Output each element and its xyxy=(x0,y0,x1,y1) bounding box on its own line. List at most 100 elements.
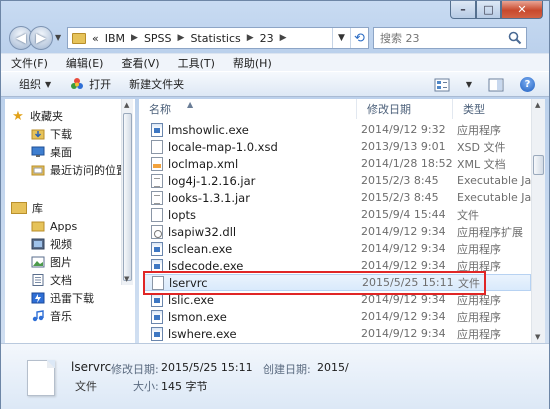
breadcrumb-statistics[interactable]: Statistics xyxy=(190,32,240,45)
menu-file[interactable]: 文件(F) xyxy=(11,55,48,71)
column-header-name[interactable]: ▲ 名称 xyxy=(139,99,357,119)
file-name-cell[interactable]: lservrc xyxy=(152,275,208,290)
nav-desktop[interactable]: 桌面 xyxy=(31,143,72,161)
table-row[interactable]: log4j-1.2.16.jar 2015/2/3 8:45 Executable … xyxy=(143,172,531,189)
change-view-icon[interactable] xyxy=(434,78,450,92)
scroll-down-icon[interactable]: ▼ xyxy=(124,275,129,283)
file-name-text: log4j-1.2.16.jar xyxy=(168,173,256,188)
navigation-scrollbar[interactable]: ▲ ▼ xyxy=(121,99,133,285)
address-prefix[interactable]: « xyxy=(92,32,99,45)
column-type-label: 类型 xyxy=(463,103,485,116)
file-name-cell[interactable]: lmshowlic.exe xyxy=(151,122,249,137)
organize-button[interactable]: 组织 ▼ xyxy=(19,76,51,92)
nav-thunder-downloads[interactable]: 迅雷下载 xyxy=(31,289,94,307)
nav-apps[interactable]: Apps xyxy=(31,217,77,235)
table-row[interactable]: lmshowlic.exe 2014/9/12 9:32 应用程序 xyxy=(143,121,531,138)
maximize-button[interactable]: □ xyxy=(476,1,501,19)
nav-thunder-label: 迅雷下载 xyxy=(50,292,94,305)
file-type-cell: 应用程序 xyxy=(457,293,501,307)
column-header-date[interactable]: 修改日期 xyxy=(357,99,453,119)
nav-music[interactable]: 音乐 xyxy=(31,307,72,325)
scroll-down-icon[interactable]: ▼ xyxy=(535,333,540,341)
file-date-cell: 2013/9/13 9:01 xyxy=(361,140,446,153)
table-row[interactable]: lslic.exe 2014/9/12 9:34 应用程序 xyxy=(143,291,531,308)
file-type-cell: Executable Jar xyxy=(457,174,531,187)
nav-libraries[interactable]: 库 xyxy=(11,199,43,217)
new-folder-button[interactable]: 新建文件夹 xyxy=(129,76,184,92)
search-icon[interactable] xyxy=(508,31,522,45)
file-name-text: loclmap.xml xyxy=(168,156,239,171)
file-name-cell[interactable]: lsclean.exe xyxy=(151,241,233,256)
file-name-cell[interactable]: lsapiw32.dll xyxy=(151,224,236,239)
file-date-cell: 2014/9/12 9:32 xyxy=(361,123,446,136)
file-name-cell[interactable]: lsmon.exe xyxy=(151,309,227,324)
nav-favorites[interactable]: ★ 收藏夹 xyxy=(11,107,63,125)
chevron-right-icon[interactable]: ▶ xyxy=(131,33,138,43)
navigation-pane: ★ 收藏夹 下载 桌面 最近访问的位置 库 Apps 视频 图片 文档 迅雷下载… xyxy=(5,99,135,343)
table-row-selected[interactable]: lservrc 2015/5/25 15:11 文件 xyxy=(143,274,531,291)
file-name-cell[interactable]: lslic.exe xyxy=(151,292,214,307)
table-row[interactable]: lsapiw32.dll 2014/9/12 9:34 应用程序扩展 xyxy=(143,223,531,240)
chevron-right-icon[interactable]: ▶ xyxy=(178,33,185,43)
scroll-thumb[interactable] xyxy=(123,113,132,281)
new-folder-label: 新建文件夹 xyxy=(129,78,185,91)
breadcrumb-spss[interactable]: SPSS xyxy=(144,32,172,45)
forward-button[interactable]: ▶ xyxy=(29,26,53,50)
pictures-icon xyxy=(31,256,45,268)
nav-videos[interactable]: 视频 xyxy=(31,235,72,253)
menu-edit[interactable]: 编辑(E) xyxy=(66,55,104,71)
file-name-cell[interactable]: looks-1.3.1.jar xyxy=(151,190,250,205)
help-icon[interactable]: ? xyxy=(520,77,535,92)
breadcrumb-ibm[interactable]: IBM xyxy=(105,32,125,45)
table-row[interactable]: loclmap.xml 2014/1/28 18:52 XML 文档 xyxy=(143,155,531,172)
table-row[interactable]: looks-1.3.1.jar 2015/2/3 8:45 Executable J… xyxy=(143,189,531,206)
search-input[interactable] xyxy=(380,31,506,45)
file-name-cell[interactable]: locale-map-1.0.xsd xyxy=(151,139,278,154)
jar-file-icon xyxy=(151,190,163,205)
breadcrumb-23[interactable]: 23 xyxy=(260,32,274,45)
command-bar: 组织 ▼ 打开 新建文件夹 ▼ ? xyxy=(1,71,549,97)
table-row[interactable]: lopts 2015/9/4 15:44 文件 xyxy=(143,206,531,223)
menu-tools[interactable]: 工具(T) xyxy=(178,55,215,71)
preview-pane-icon[interactable] xyxy=(488,78,504,92)
chevron-right-icon[interactable]: ▶ xyxy=(280,33,287,43)
file-name-cell[interactable]: loclmap.xml xyxy=(151,156,239,171)
file-type-cell: 文件 xyxy=(458,276,480,290)
close-button[interactable]: ✕ xyxy=(501,1,543,19)
address-bar[interactable]: « IBM ▶ SPSS ▶ Statistics ▶ 23 ▶ ▼ ⟲ xyxy=(67,27,369,49)
nav-downloads[interactable]: 下载 xyxy=(31,125,72,143)
nav-favorites-label: 收藏夹 xyxy=(30,110,63,123)
scroll-up-icon[interactable]: ▲ xyxy=(124,101,129,109)
menu-help[interactable]: 帮助(H) xyxy=(233,55,272,71)
table-row[interactable]: lswhere.exe 2014/9/12 9:34 应用程序 xyxy=(143,325,531,342)
address-dropdown-button[interactable]: ▼ xyxy=(332,28,350,48)
refresh-button[interactable]: ⟲ xyxy=(350,28,368,48)
exe-file-icon xyxy=(151,241,163,256)
file-date-cell: 2014/9/12 9:34 xyxy=(361,310,446,323)
table-row[interactable]: locale-map-1.0.xsd 2013/9/13 9:01 XSD 文件 xyxy=(143,138,531,155)
scroll-thumb[interactable] xyxy=(533,155,544,175)
nav-recent[interactable]: 最近访问的位置 xyxy=(31,161,127,179)
table-row[interactable]: lsdecode.exe 2014/9/12 9:34 应用程序 xyxy=(143,257,531,274)
file-name-cell[interactable]: log4j-1.2.16.jar xyxy=(151,173,256,188)
file-name-cell[interactable]: lsdecode.exe xyxy=(151,258,243,273)
table-row[interactable]: lsclean.exe 2014/9/12 9:34 应用程序 xyxy=(143,240,531,257)
table-row[interactable]: lsmon.exe 2014/9/12 9:34 应用程序 xyxy=(143,308,531,325)
view-dropdown-icon[interactable]: ▼ xyxy=(466,80,472,89)
file-list-scrollbar[interactable]: ▲ ▼ xyxy=(531,99,545,343)
search-box[interactable] xyxy=(373,27,527,49)
scroll-up-icon[interactable]: ▲ xyxy=(535,101,540,109)
nav-documents[interactable]: 文档 xyxy=(31,271,72,289)
column-header-type[interactable]: 类型 xyxy=(453,99,531,119)
thunder-downloads-icon xyxy=(31,292,45,304)
chevron-right-icon[interactable]: ▶ xyxy=(247,33,254,43)
file-name-text: lsclean.exe xyxy=(168,241,233,256)
open-button[interactable]: 打开 xyxy=(69,76,111,92)
minimize-button[interactable]: – xyxy=(450,1,476,19)
file-name-cell[interactable]: lswhere.exe xyxy=(151,326,237,341)
recent-pages-dropdown[interactable]: ▼ xyxy=(55,33,61,42)
column-name-label: 名称 xyxy=(149,103,171,116)
file-name-cell[interactable]: lopts xyxy=(151,207,196,222)
nav-pictures[interactable]: 图片 xyxy=(31,253,72,271)
menu-view[interactable]: 查看(V) xyxy=(121,55,159,71)
